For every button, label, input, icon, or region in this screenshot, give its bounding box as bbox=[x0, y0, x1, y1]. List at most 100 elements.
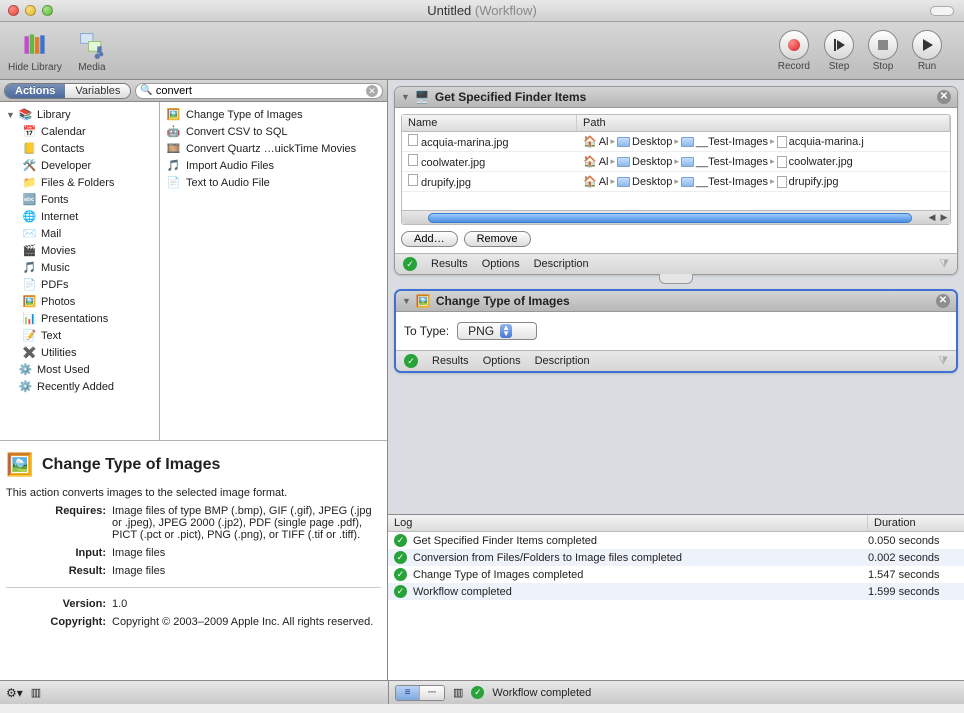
resize-grip-icon[interactable]: ⧩ bbox=[938, 355, 948, 368]
status-ok-icon: ✓ bbox=[394, 551, 407, 564]
run-button[interactable]: Run bbox=[912, 30, 942, 72]
action-quartz[interactable]: 🎞️Convert Quartz …uickTime Movies bbox=[160, 140, 387, 157]
horizontal-scrollbar[interactable]: ◀ ▶ bbox=[402, 210, 950, 224]
library-item-presentations[interactable]: 📊Presentations bbox=[0, 310, 159, 327]
disclosure-icon[interactable]: ▼ bbox=[6, 110, 14, 120]
table-row[interactable]: coolwater.jpg🏠 Al ▸ Desktop ▸ __Test-Ima… bbox=[402, 152, 950, 172]
hide-library-button[interactable]: Hide Library bbox=[8, 29, 62, 73]
to-type-popup[interactable]: PNG ▲▼ bbox=[457, 322, 537, 340]
step-icon bbox=[824, 30, 854, 60]
file-icon bbox=[777, 136, 787, 148]
status-message: Workflow completed bbox=[492, 687, 591, 699]
right-statusbar: ≡ ⎓ ▥ ✓ Workflow completed bbox=[388, 680, 964, 704]
library-most-used[interactable]: ⚙️Most Used bbox=[0, 361, 159, 378]
library-item-developer[interactable]: 🛠️Developer bbox=[0, 157, 159, 174]
workflow-canvas[interactable]: ▼ 🖥️ Get Specified Finder Items ✕ Name P… bbox=[388, 80, 964, 514]
home-icon: 🏠 bbox=[583, 175, 597, 188]
table-row[interactable]: acquia-marina.jpg🏠 Al ▸ Desktop ▸ __Test… bbox=[402, 132, 950, 152]
card-header[interactable]: ▼ 🖥️ Get Specified Finder Items ✕ bbox=[395, 87, 957, 108]
record-button[interactable]: Record bbox=[778, 30, 810, 72]
library-item-text[interactable]: 📝Text bbox=[0, 327, 159, 344]
log-row[interactable]: ✓Change Type of Images completed1.547 se… bbox=[388, 566, 964, 583]
library-item-movies[interactable]: 🎬Movies bbox=[0, 242, 159, 259]
finder-items-table[interactable]: Name Path acquia-marina.jpg🏠 Al ▸ Deskto… bbox=[401, 114, 951, 225]
log-duration: 1.547 seconds bbox=[868, 569, 958, 581]
library-item-music[interactable]: 🎵Music bbox=[0, 259, 159, 276]
col-name-header[interactable]: Name bbox=[402, 115, 577, 131]
remove-button[interactable]: Remove bbox=[464, 231, 531, 247]
action-import-audio[interactable]: 🎵Import Audio Files bbox=[160, 157, 387, 174]
close-card-button[interactable]: ✕ bbox=[936, 294, 950, 308]
window-title-main: Untitled bbox=[427, 3, 471, 18]
actions-list[interactable]: 🖼️Change Type of Images 🤖Convert CSV to … bbox=[160, 102, 387, 440]
log-col-duration[interactable]: Duration bbox=[868, 515, 964, 531]
card-header[interactable]: ▼ 🖼️ Change Type of Images ✕ bbox=[396, 291, 956, 312]
library-tree[interactable]: ▼ 📚 Library 📅Calendar 📒Contacts 🛠️Develo… bbox=[0, 102, 160, 440]
search-icon: 🔍 bbox=[140, 85, 152, 96]
options-tab[interactable]: Options bbox=[483, 355, 521, 367]
toolbar-toggle-pill[interactable] bbox=[930, 6, 954, 16]
action-description-panel: 🖼️ Change Type of Images This action con… bbox=[0, 440, 387, 680]
library-item-internet[interactable]: 🌐Internet bbox=[0, 208, 159, 225]
folder-icon bbox=[617, 157, 630, 167]
tab-variables[interactable]: Variables bbox=[65, 84, 130, 98]
output-connector[interactable] bbox=[659, 274, 693, 284]
search-box[interactable]: 🔍 ✕ bbox=[135, 83, 383, 99]
log-row[interactable]: ✓Conversion from Files/Folders to Image … bbox=[388, 549, 964, 566]
table-row-empty bbox=[402, 192, 950, 210]
library-item-calendar[interactable]: 📅Calendar bbox=[0, 123, 159, 140]
disclosure-icon[interactable]: ▼ bbox=[402, 296, 411, 306]
developer-icon: 🛠️ bbox=[22, 158, 37, 173]
scrollbar-thumb[interactable] bbox=[428, 213, 912, 223]
library-item-photos[interactable]: 🖼️Photos bbox=[0, 293, 159, 310]
card-footer: ✓ Results Options Description ⧩ bbox=[396, 350, 956, 371]
textedit-icon: 📄 bbox=[166, 175, 181, 190]
step-button[interactable]: Step bbox=[824, 30, 854, 72]
library-recently-added[interactable]: ⚙️Recently Added bbox=[0, 378, 159, 395]
log-rows[interactable]: ✓Get Specified Finder Items completed0.0… bbox=[388, 532, 964, 680]
library-item-utilities[interactable]: ✖️Utilities bbox=[0, 344, 159, 361]
file-icon bbox=[408, 174, 418, 186]
action-csv-sql[interactable]: 🤖Convert CSV to SQL bbox=[160, 123, 387, 140]
action-card-finder-items[interactable]: ▼ 🖥️ Get Specified Finder Items ✕ Name P… bbox=[394, 86, 958, 275]
view-flow-button[interactable]: ⎓ bbox=[420, 686, 444, 700]
left-statusbar: ⚙︎▾ ▥ bbox=[0, 680, 388, 704]
options-tab[interactable]: Options bbox=[482, 258, 520, 270]
media-button[interactable]: Media bbox=[76, 29, 108, 73]
scroll-left-arrow-icon[interactable]: ◀ bbox=[926, 212, 938, 223]
log-row[interactable]: ✓Workflow completed1.599 seconds bbox=[388, 583, 964, 600]
action-text-audio[interactable]: 📄Text to Audio File bbox=[160, 174, 387, 191]
clear-search-button[interactable]: ✕ bbox=[366, 85, 378, 97]
library-item-fonts[interactable]: 🔤Fonts bbox=[0, 191, 159, 208]
stop-button[interactable]: Stop bbox=[868, 30, 898, 72]
close-card-button[interactable]: ✕ bbox=[937, 90, 951, 104]
panel-toggle-button[interactable]: ▥ bbox=[31, 686, 41, 699]
log-col-log[interactable]: Log bbox=[388, 515, 868, 531]
library-item-files[interactable]: 📁Files & Folders bbox=[0, 174, 159, 191]
table-row[interactable]: drupify.jpg🏠 Al ▸ Desktop ▸ __Test-Image… bbox=[402, 172, 950, 192]
log-row[interactable]: ✓Get Specified Finder Items completed0.0… bbox=[388, 532, 964, 549]
view-list-button[interactable]: ≡ bbox=[396, 686, 420, 700]
resize-grip-icon[interactable]: ⧩ bbox=[939, 258, 949, 271]
log-panel: Log Duration ✓Get Specified Finder Items… bbox=[388, 514, 964, 680]
search-input[interactable] bbox=[156, 85, 366, 97]
library-item-pdfs[interactable]: 📄PDFs bbox=[0, 276, 159, 293]
tab-actions[interactable]: Actions bbox=[5, 84, 65, 98]
results-tab[interactable]: Results bbox=[431, 258, 468, 270]
library-item-mail[interactable]: ✉️Mail bbox=[0, 225, 159, 242]
view-mode-segment[interactable]: ≡ ⎓ bbox=[395, 685, 445, 701]
log-toggle-button[interactable]: ▥ bbox=[453, 686, 463, 699]
description-tab[interactable]: Description bbox=[534, 258, 589, 270]
add-button[interactable]: Add… bbox=[401, 231, 458, 247]
description-tab[interactable]: Description bbox=[535, 355, 590, 367]
col-path-header[interactable]: Path bbox=[577, 115, 950, 131]
results-tab[interactable]: Results bbox=[432, 355, 469, 367]
gear-menu-button[interactable]: ⚙︎▾ bbox=[6, 686, 23, 700]
library-item-contacts[interactable]: 📒Contacts bbox=[0, 140, 159, 157]
action-change-type[interactable]: 🖼️Change Type of Images bbox=[160, 106, 387, 123]
library-root[interactable]: ▼ 📚 Library bbox=[0, 106, 159, 123]
scroll-right-arrow-icon[interactable]: ▶ bbox=[938, 212, 950, 223]
action-card-change-type[interactable]: ▼ 🖼️ Change Type of Images ✕ To Type: PN… bbox=[394, 289, 958, 373]
library-tabs[interactable]: Actions Variables bbox=[4, 83, 131, 99]
disclosure-icon[interactable]: ▼ bbox=[401, 92, 410, 102]
